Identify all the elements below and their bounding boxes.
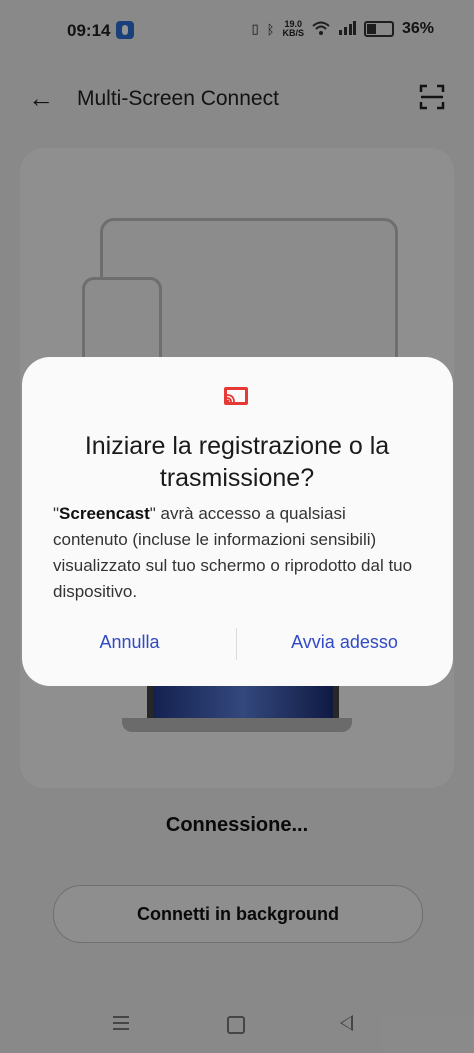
cancel-button[interactable]: Annulla (42, 622, 217, 662)
dialog-button-divider (236, 628, 237, 660)
dialog-body: "Screencast" avrà accesso a qualsiasi co… (53, 501, 423, 605)
dialog-actions: Annulla Avvia adesso (22, 622, 453, 662)
start-now-button[interactable]: Avvia adesso (252, 622, 437, 662)
dialog-title: Iniziare la registrazione o la trasmissi… (84, 432, 390, 492)
dialog-app-name: Screencast (59, 504, 150, 523)
cast-icon (223, 386, 249, 408)
